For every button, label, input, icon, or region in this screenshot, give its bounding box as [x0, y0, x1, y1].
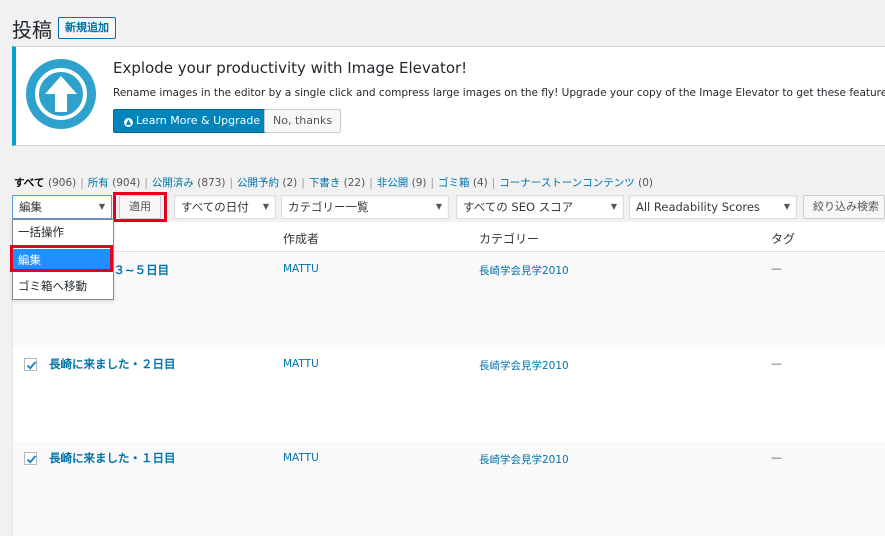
chevron-down-icon: ▼	[435, 202, 442, 211]
upgrade-notice: Explode your productivity with Image Ele…	[12, 46, 885, 146]
readability-filter-select[interactable]: All Readability Scores ▼	[629, 195, 797, 219]
no-thanks-button[interactable]: No, thanks	[264, 109, 342, 133]
row-checkbox[interactable]	[24, 452, 37, 465]
checkmark-icon	[26, 361, 37, 370]
notice-title: Explode your productivity with Image Ele…	[113, 59, 468, 77]
bulk-option-move-to-trash[interactable]: ゴミ箱へ移動	[13, 275, 113, 297]
post-category-link[interactable]: 長崎学会見学2010	[479, 452, 569, 467]
filter-drafts[interactable]: 下書き (22)	[309, 177, 365, 189]
chevron-down-icon: ▼	[98, 202, 105, 211]
chevron-down-icon: ▼	[783, 202, 790, 211]
table-row: 長崎に来ました・１日目 MATTU 長崎学会見学2010 —	[13, 442, 885, 536]
post-category-link[interactable]: 長崎学会見学2010	[479, 263, 569, 278]
column-tags: タグ	[771, 232, 796, 246]
post-author-link[interactable]: MATTU	[283, 358, 319, 370]
row-checkbox[interactable]	[24, 358, 37, 371]
filter-button[interactable]: 絞り込み検索	[803, 195, 885, 219]
post-author-link[interactable]: MATTU	[283, 263, 319, 275]
chevron-down-icon: ▼	[262, 202, 269, 211]
checkmark-icon	[26, 455, 37, 464]
learn-more-upgrade-button[interactable]: ▲ Learn More & Upgrade	[113, 109, 272, 133]
filter-mine[interactable]: 所有 (904)	[88, 177, 141, 189]
post-tags: —	[771, 357, 782, 370]
post-title-link[interactable]: 長崎に来ました・１日目	[49, 450, 176, 466]
filter-scheduled[interactable]: 公開予約 (2)	[237, 177, 297, 189]
bulk-action-select[interactable]: 編集 ▼	[12, 195, 112, 219]
post-tags: —	[771, 451, 782, 464]
filter-all[interactable]: すべて (906)	[14, 177, 76, 189]
apply-highlight-box	[113, 192, 167, 222]
filter-cornerstone[interactable]: コーナーストーンコンテンツ (0)	[499, 177, 653, 189]
chevron-down-icon: ▼	[610, 202, 617, 211]
category-filter-select[interactable]: カテゴリー一覧 ▼	[281, 195, 449, 219]
posts-table: 作成者 カテゴリー タグ した・３~５日目 MATTU 長崎学会見学2010 —…	[12, 222, 885, 536]
post-status-filters: すべて (906) | 所有 (904) | 公開済み (873) | 公開予約 (2) | 下…	[14, 177, 653, 189]
table-row: した・３~５日目 MATTU 長崎学会見学2010 —	[13, 253, 885, 347]
table-row: 長崎に来ました・２日目 MATTU 長崎学会見学2010 —	[13, 348, 885, 442]
post-category-link[interactable]: 長崎学会見学2010	[479, 358, 569, 373]
image-elevator-logo-icon	[26, 59, 96, 129]
filter-published[interactable]: 公開済み (873)	[152, 177, 226, 189]
notice-text: Rename images in the editor by a single …	[113, 87, 885, 99]
seo-score-filter-select[interactable]: すべての SEO スコア ▼	[456, 195, 624, 219]
column-category: カテゴリー	[479, 232, 540, 246]
filter-trash[interactable]: ゴミ箱 (4)	[438, 177, 488, 189]
column-author[interactable]: 作成者	[283, 230, 319, 247]
arrow-up-circle-icon: ▲	[124, 118, 133, 127]
page-title: 投稿	[12, 18, 52, 42]
post-tags: —	[771, 262, 782, 275]
table-header: 作成者 カテゴリー タグ	[13, 222, 885, 252]
date-filter-select[interactable]: すべての日付 ▼	[174, 195, 276, 219]
add-new-button[interactable]: 新規追加	[58, 17, 116, 39]
post-author-link[interactable]: MATTU	[283, 452, 319, 464]
filter-private[interactable]: 非公開 (9)	[377, 177, 427, 189]
edit-option-highlight-box	[10, 245, 113, 272]
bulk-option-bulk-actions[interactable]: 一括操作	[13, 221, 113, 243]
post-title-link[interactable]: 長崎に来ました・２日目	[49, 356, 176, 372]
